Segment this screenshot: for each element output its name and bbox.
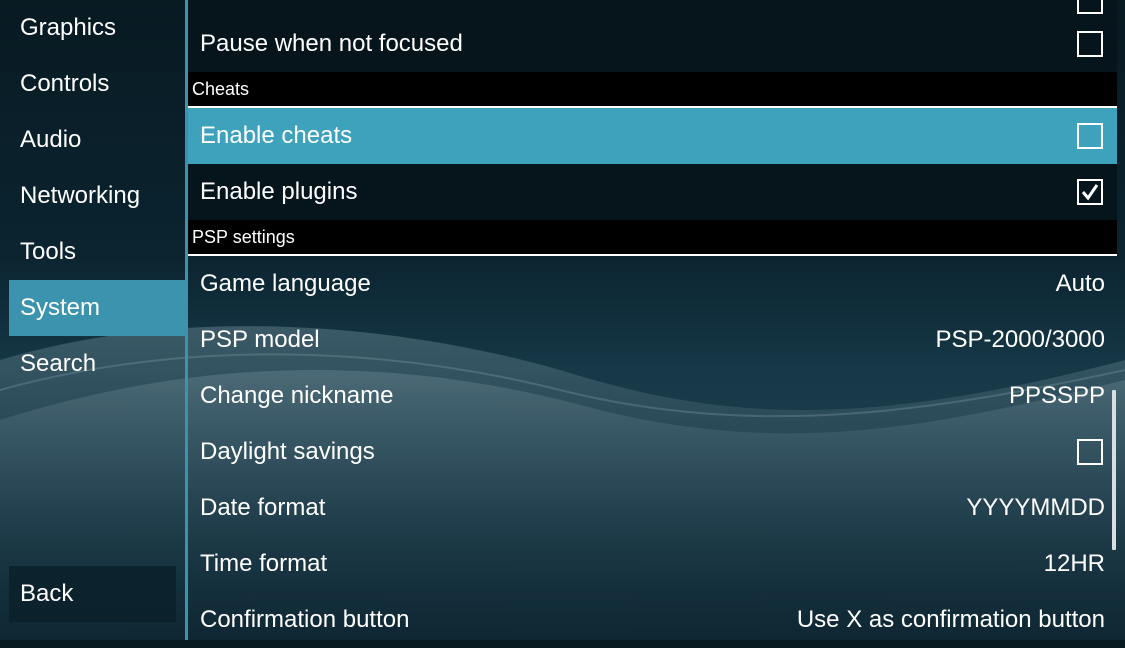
settings-row-psp-model[interactable]: PSP model PSP-2000/3000 xyxy=(188,312,1117,368)
sidebar-item-tools[interactable]: Tools xyxy=(9,224,186,280)
back-button[interactable]: Back xyxy=(9,566,176,622)
settings-row-daylight-savings[interactable]: Daylight savings xyxy=(188,424,1117,480)
settings-row-change-nickname[interactable]: Change nickname PPSSPP xyxy=(188,368,1117,424)
checkbox-icon[interactable] xyxy=(1077,439,1103,465)
checkmark-icon xyxy=(1081,184,1099,201)
setting-value: Auto xyxy=(1055,270,1105,297)
settings-row-date-format[interactable]: Date format YYYYMMDD xyxy=(188,480,1117,536)
setting-label: Time format xyxy=(200,550,328,577)
settings-row-enable-cheats[interactable]: Enable cheats xyxy=(188,108,1117,164)
setting-label: Daylight savings xyxy=(200,438,375,465)
setting-value: PPSSPP xyxy=(1008,382,1105,409)
setting-value: PSP-2000/3000 xyxy=(935,326,1105,353)
sidebar-nav: Graphics Controls Audio Networking Tools… xyxy=(0,0,186,640)
sidebar-divider xyxy=(185,0,188,640)
settings-row-game-language[interactable]: Game language Auto xyxy=(188,256,1117,312)
setting-label: Game language xyxy=(200,270,371,297)
setting-label: PSP model xyxy=(200,326,320,353)
sidebar-item-search[interactable]: Search xyxy=(9,336,186,392)
settings-row-enable-plugins[interactable]: Enable plugins xyxy=(188,164,1117,220)
scrollbar-thumb[interactable] xyxy=(1112,390,1116,550)
sidebar-item-graphics[interactable]: Graphics xyxy=(9,0,186,56)
settings-row-pause-when-not-focused[interactable]: Pause when not focused xyxy=(188,16,1117,72)
setting-label: Enable plugins xyxy=(200,178,358,205)
setting-label: Pause when not focused xyxy=(200,30,463,57)
sidebar-item-system[interactable]: System xyxy=(9,280,186,336)
setting-label: Date format xyxy=(200,494,326,521)
section-title: PSP settings xyxy=(192,227,295,247)
setting-label: Enable cheats xyxy=(200,122,353,149)
setting-value: YYYYMMDD xyxy=(966,494,1105,521)
setting-value: 12HR xyxy=(1043,550,1105,577)
sidebar-item-audio[interactable]: Audio xyxy=(9,112,186,168)
checkbox-icon[interactable] xyxy=(1077,0,1103,14)
settings-row-partial[interactable] xyxy=(188,0,1117,16)
checkbox-icon[interactable] xyxy=(1077,31,1103,57)
section-header-cheats: Cheats xyxy=(188,72,1117,108)
sidebar-item-controls[interactable]: Controls xyxy=(9,56,186,112)
settings-list[interactable]: Pause when not focused Cheats Enable che… xyxy=(188,0,1117,640)
settings-row-time-format[interactable]: Time format 12HR xyxy=(188,536,1117,592)
sidebar-item-networking[interactable]: Networking xyxy=(9,168,186,224)
section-title: Cheats xyxy=(192,79,250,99)
checkbox-icon[interactable] xyxy=(1077,123,1103,149)
section-header-psp-settings: PSP settings xyxy=(188,220,1117,256)
checkbox-checked-icon[interactable] xyxy=(1077,179,1103,205)
setting-label: Change nickname xyxy=(200,382,394,409)
